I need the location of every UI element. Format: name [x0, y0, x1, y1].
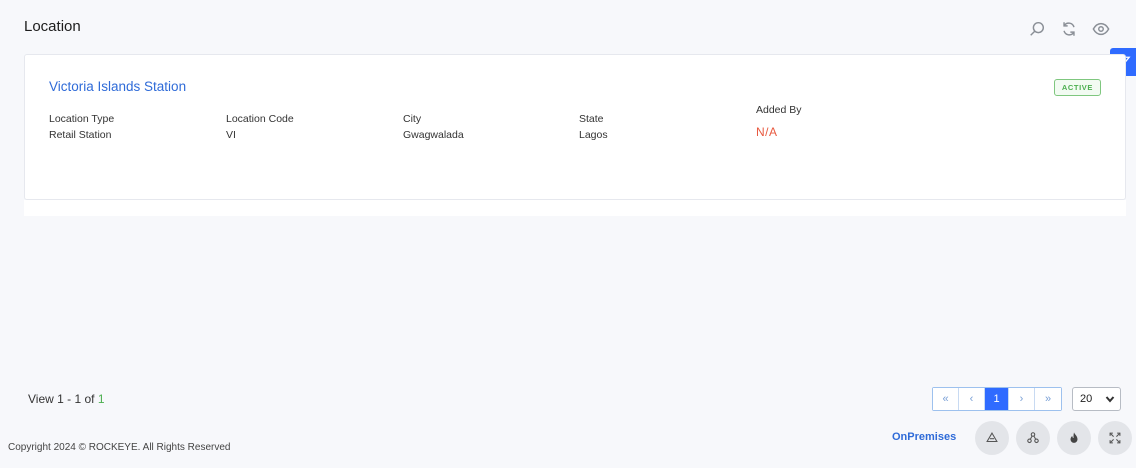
fire-button[interactable]	[1057, 421, 1091, 455]
deployment-mode-label: OnPremises	[892, 431, 957, 443]
refresh-icon[interactable]	[1060, 20, 1078, 38]
page-number-button[interactable]: 1	[985, 388, 1009, 410]
pagination: « ‹ 1 › »	[932, 387, 1062, 411]
view-count: View 1 - 1 of 1	[28, 392, 105, 406]
view-count-text: View 1 - 1 of	[28, 392, 98, 406]
field-value: N/A	[756, 125, 778, 139]
location-card[interactable]: Victoria Islands Station ACTIVE Location…	[24, 54, 1126, 200]
field-location-code: Location Code VI	[226, 113, 294, 141]
page: Location Victoria Islands Station ACTIVE…	[0, 0, 1136, 468]
top-bar: Location	[0, 0, 1136, 55]
fire-icon	[1070, 432, 1078, 443]
search-icon[interactable]	[1028, 20, 1046, 38]
copyright-text: Copyright 2024 © ROCKEYE. All Rights Res…	[8, 442, 231, 453]
field-value: Retail Station	[49, 129, 112, 141]
next-page-button[interactable]: ›	[1009, 388, 1035, 410]
page-size-select[interactable]: 20	[1072, 387, 1121, 411]
network-icon	[1027, 432, 1039, 444]
field-added-by: Added By N/A	[756, 104, 802, 139]
footer-action-buttons	[975, 421, 1132, 455]
prev-page-button[interactable]: ‹	[959, 388, 985, 410]
first-page-button[interactable]: «	[933, 388, 959, 410]
toolbar-icons	[1028, 20, 1110, 38]
field-value: Gwagwalada	[403, 129, 464, 141]
view-count-total: 1	[97, 392, 105, 406]
expand-icon	[1109, 432, 1121, 444]
page-size-value: 20	[1080, 393, 1093, 405]
status-badge: ACTIVE	[1053, 79, 1101, 96]
field-label: City	[403, 113, 422, 125]
field-label: Added By	[756, 104, 802, 116]
expand-button[interactable]	[1098, 421, 1132, 455]
eye-icon[interactable]	[1092, 20, 1110, 38]
recycle-button[interactable]	[975, 421, 1009, 455]
recycle-icon	[986, 432, 998, 443]
field-label: Location Code	[226, 113, 294, 125]
field-label: State	[579, 113, 604, 125]
field-location-type: Location Type Retail Station	[49, 113, 114, 141]
field-label: Location Type	[49, 113, 115, 125]
field-city: City Gwagwalada	[403, 113, 464, 141]
field-value: VI	[226, 129, 236, 141]
chevron-down-icon	[1105, 396, 1115, 403]
station-name-link[interactable]: Victoria Islands Station	[49, 79, 186, 94]
field-value: Lagos	[579, 129, 608, 141]
field-state: State Lagos	[579, 113, 608, 141]
last-page-button[interactable]: »	[1035, 388, 1061, 410]
card-footer-strip	[24, 200, 1126, 216]
page-title: Location	[24, 18, 81, 35]
network-button[interactable]	[1016, 421, 1050, 455]
